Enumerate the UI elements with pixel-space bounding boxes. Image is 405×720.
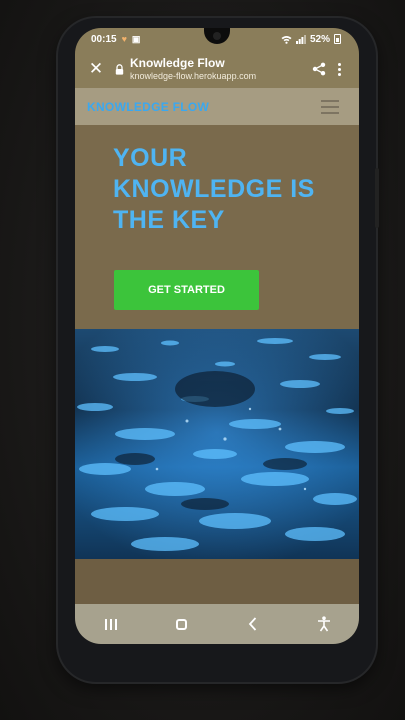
heart-notification-icon: ♥: [121, 34, 127, 44]
hero-section: YOUR KNOWLEDGE IS THE KEY GET STARTED: [75, 125, 359, 329]
toolbar-actions: [312, 62, 341, 76]
accessibility-button[interactable]: [304, 609, 344, 639]
battery-percentage: 52%: [309, 33, 330, 45]
back-icon: [248, 617, 257, 631]
recents-button[interactable]: [91, 609, 131, 639]
phone-screen: 00:15 ♥ ▣ 52% ✕ Knowledge Flow knowledge…: [75, 28, 359, 644]
share-icon[interactable]: [312, 62, 326, 76]
lock-icon: [115, 63, 124, 75]
signal-icon: [295, 34, 306, 44]
image-notification-icon: ▣: [131, 33, 141, 44]
battery-icon: [334, 34, 341, 44]
custom-tab-toolbar: ✕ Knowledge Flow knowledge-flow.herokuap…: [75, 50, 359, 88]
recents-icon: [104, 618, 117, 630]
tab-title-block[interactable]: Knowledge Flow knowledge-flow.herokuapp.…: [130, 55, 257, 81]
home-button[interactable]: [162, 609, 202, 639]
site-header: KNOWLEDGE FLOW: [75, 88, 359, 125]
phone-side-button: [375, 168, 379, 228]
home-icon: [176, 618, 187, 630]
water-splash-image: [75, 329, 359, 559]
more-vertical-icon[interactable]: [338, 62, 341, 76]
page-url: knowledge-flow.herokuapp.com: [130, 70, 257, 81]
hamburger-menu-icon[interactable]: [321, 99, 339, 114]
system-navigation-bar: [75, 604, 359, 644]
page-content-below-image: [75, 559, 359, 604]
site-logo[interactable]: KNOWLEDGE FLOW: [87, 100, 209, 114]
get-started-button[interactable]: GET STARTED: [114, 270, 259, 310]
back-button[interactable]: [233, 609, 273, 639]
status-time: 00:15: [91, 33, 117, 45]
page-title: Knowledge Flow: [130, 55, 225, 70]
hero-headline: YOUR KNOWLEDGE IS THE KEY: [113, 144, 315, 234]
accessibility-icon: [317, 616, 330, 632]
wifi-icon: [281, 35, 292, 44]
close-icon[interactable]: ✕: [85, 59, 107, 79]
status-indicators: 52%: [281, 34, 341, 45]
